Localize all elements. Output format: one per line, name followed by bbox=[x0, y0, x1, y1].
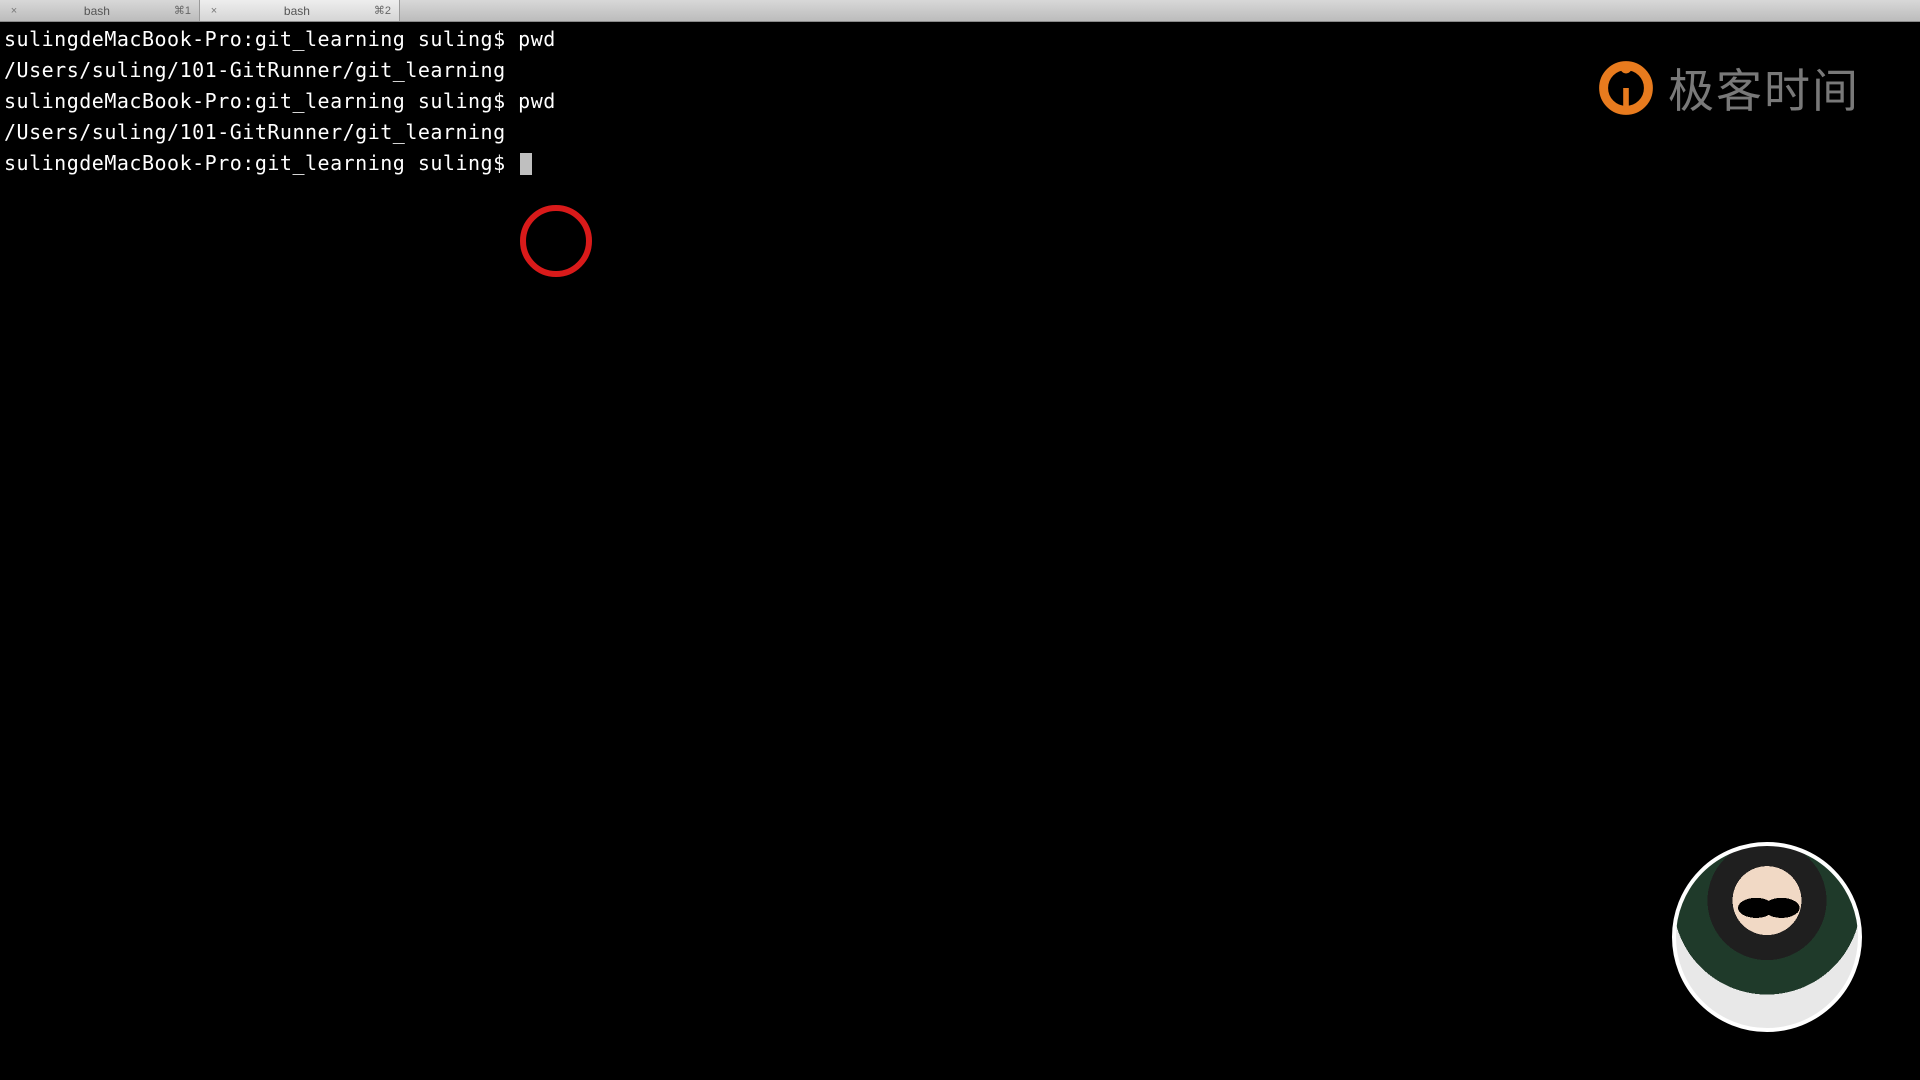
terminal-cursor bbox=[520, 153, 532, 175]
terminal-line: sulingdeMacBook-Pro:git_learning suling$… bbox=[4, 24, 1916, 55]
cursor-highlight-ring bbox=[520, 205, 592, 277]
terminal-line: sulingdeMacBook-Pro:git_learning suling$ bbox=[4, 148, 1916, 179]
tab-shortcut: ⌘2 bbox=[374, 4, 391, 17]
tab-title: bash bbox=[226, 4, 368, 18]
tab-shortcut: ⌘1 bbox=[174, 4, 191, 17]
geek-time-icon bbox=[1598, 60, 1654, 116]
presenter-video-pip[interactable] bbox=[1672, 842, 1862, 1032]
tab-title: bash bbox=[26, 4, 168, 18]
close-icon[interactable]: × bbox=[8, 5, 20, 17]
terminal-line: /Users/suling/101-GitRunner/git_learning bbox=[4, 117, 1916, 148]
close-icon[interactable]: × bbox=[208, 5, 220, 17]
watermark-text: 极客时间 bbox=[1668, 55, 1860, 121]
watermark-logo: 极客时间 bbox=[1598, 55, 1860, 121]
tab-bar: × bash ⌘1 × bash ⌘2 bbox=[0, 0, 1920, 22]
tab-bash-1[interactable]: × bash ⌘1 bbox=[0, 0, 200, 21]
tab-bash-2[interactable]: × bash ⌘2 bbox=[200, 0, 400, 21]
